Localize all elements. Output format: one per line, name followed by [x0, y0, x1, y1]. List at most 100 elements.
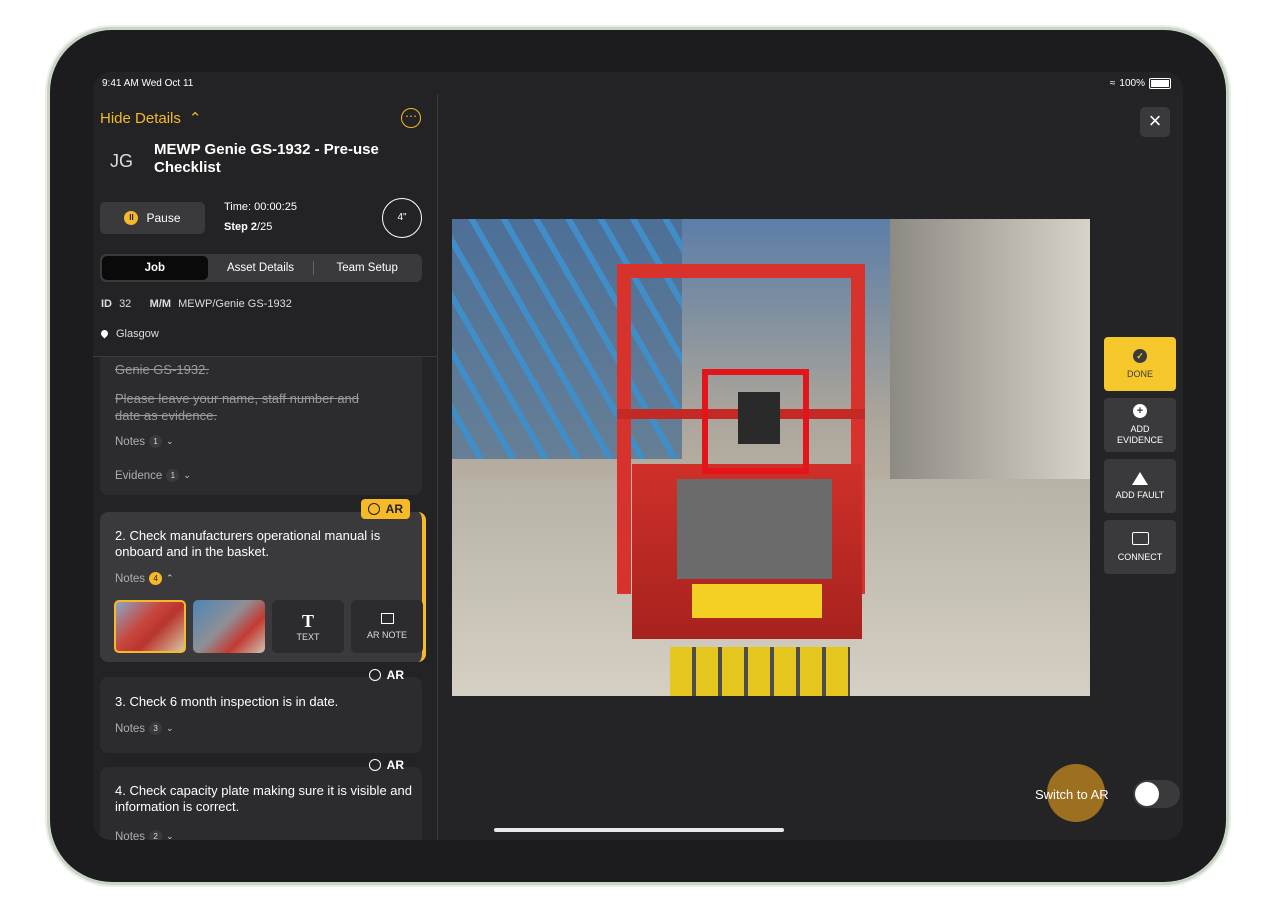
- step-card-4[interactable]: AR 4. Check capacity plate making sure i…: [100, 758, 422, 840]
- add-evidence-label-1: ADD: [1130, 424, 1150, 434]
- details-panel: Hide Details ⌃ ⋯ JG MEWP Genie GS-1932 -…: [93, 94, 438, 840]
- notes-label: Notes: [115, 722, 146, 735]
- chevron-down-icon: ⌄: [166, 831, 174, 840]
- hide-details-button[interactable]: Hide Details ⌃: [100, 109, 202, 128]
- attachments-row: T TEXT AR NOTE: [114, 600, 423, 653]
- ar-icon: [367, 503, 380, 515]
- add-fault-label: ADD FAULT: [1115, 489, 1165, 500]
- add-evidence-button[interactable]: + ADD EVIDENCE: [1104, 398, 1176, 452]
- status-right: ≈ 100%: [1110, 78, 1171, 89]
- step-1-text-line3: date as evidence.: [115, 408, 217, 423]
- add-fault-button[interactable]: ADD FAULT: [1104, 459, 1176, 513]
- step-1-notes-toggle[interactable]: Notes 1 ⌄: [115, 435, 174, 448]
- app-screen: 9:41 AM Wed Oct 11 ≈ 100% Hide Details ⌃…: [93, 72, 1183, 840]
- step-1-evidence-toggle[interactable]: Evidence 1 ⌄: [115, 469, 191, 482]
- notes-count-badge: 4: [149, 572, 163, 585]
- panel-tabs: Job Asset Details Team Setup: [100, 254, 422, 282]
- wifi-icon: ≈: [1109, 78, 1116, 89]
- chevron-up-icon: ⌃: [166, 573, 174, 583]
- ar-badge[interactable]: AR: [360, 499, 410, 519]
- mm-value: MEWP/Genie GS-1932: [178, 298, 292, 310]
- ar-target-box: [702, 369, 809, 474]
- pause-label: Pause: [146, 211, 181, 225]
- step-2-notes-toggle[interactable]: Notes 4 ⌃: [115, 572, 174, 585]
- done-label: DONE: [1126, 368, 1153, 379]
- step-card-2[interactable]: AR 2. Check manufacturers operational ma…: [100, 499, 426, 662]
- add-text-note-button[interactable]: T TEXT: [272, 600, 344, 653]
- notes-label: Notes: [115, 830, 146, 841]
- warning-icon: [1132, 471, 1148, 485]
- step-2-text: 2. Check manufacturers operational manua…: [115, 528, 381, 559]
- ar-badge[interactable]: AR: [368, 668, 404, 682]
- lift-deck-shape: [677, 479, 832, 579]
- attachment-photo-2[interactable]: [193, 600, 265, 653]
- ar-icon: [368, 669, 381, 681]
- evidence-count-badge: 1: [166, 469, 180, 482]
- step-counter: Step 2/25: [224, 221, 272, 233]
- camera-view-pane: × ✓ DONE + ADD EVIDENCE ADD FAULT CONNEC…: [438, 94, 1183, 840]
- ar-badge[interactable]: AR: [368, 758, 404, 772]
- checkmark-icon: ✓: [1133, 348, 1147, 363]
- notes-label: Notes: [115, 572, 146, 585]
- step-1-text-line1: Genie GS-1932.: [115, 362, 209, 377]
- step-card-1[interactable]: Genie GS-1932. Please leave your name, s…: [100, 357, 422, 495]
- id-label: ID: [101, 298, 112, 310]
- switch-to-ar-label: Switch to AR: [1035, 787, 1109, 802]
- evidence-label: Evidence: [115, 469, 163, 482]
- step-current: Step 2: [224, 221, 258, 233]
- avatar-initials: JG: [110, 151, 134, 171]
- hide-details-label: Hide Details: [100, 109, 181, 127]
- step-total: /25: [257, 221, 273, 233]
- step-3-text: 3. Check 6 month inspection is in date.: [115, 694, 339, 709]
- add-ar-note-button[interactable]: AR NOTE: [351, 600, 423, 653]
- connect-label: CONNECT: [1117, 551, 1163, 562]
- pause-button[interactable]: II Pause: [100, 202, 205, 234]
- home-indicator[interactable]: [494, 828, 784, 832]
- add-text-label: TEXT: [296, 632, 320, 642]
- add-evidence-label-2: EVIDENCE: [1116, 435, 1163, 445]
- step-4-text: 4. Check capacity plate making sure it i…: [115, 783, 412, 814]
- steps-list[interactable]: Genie GS-1932. Please leave your name, s…: [93, 356, 437, 840]
- step-1-text-line2: Please leave your name, staff number and: [115, 391, 360, 406]
- notes-count-badge: 2: [149, 830, 163, 840]
- add-ar-note-label: AR NOTE: [366, 630, 407, 640]
- notes-count-badge: 3: [149, 722, 163, 735]
- ar-label: AR: [386, 668, 404, 682]
- ar-label: AR: [385, 502, 403, 516]
- connect-button[interactable]: CONNECT: [1104, 520, 1176, 574]
- location-value: Glasgow: [116, 328, 159, 340]
- switch-to-ar-toggle[interactable]: [1133, 780, 1180, 808]
- hangar-wall-shape: [890, 219, 1090, 479]
- step-card-3[interactable]: AR 3. Check 6 month inspection is in dat…: [100, 668, 422, 753]
- camera-feed[interactable]: [452, 219, 1090, 696]
- step-4-notes-toggle[interactable]: Notes 2 ⌄: [115, 830, 174, 840]
- location-row: Glasgow: [99, 328, 159, 340]
- status-time: 9:41 AM Wed Oct 11: [102, 78, 194, 89]
- more-options-icon[interactable]: ⋯: [401, 108, 421, 128]
- tab-team-setup[interactable]: Team Setup: [314, 256, 420, 280]
- close-icon[interactable]: ×: [1140, 107, 1170, 137]
- attachment-photo-1[interactable]: [114, 600, 186, 653]
- step-timer: 4": [382, 198, 422, 238]
- elapsed-time: Time: 00:00:25: [224, 201, 297, 213]
- ar-note-icon: [380, 613, 394, 624]
- ar-icon: [368, 759, 381, 771]
- done-button[interactable]: ✓ DONE: [1104, 337, 1176, 391]
- tab-job[interactable]: Job: [102, 256, 208, 280]
- chevron-down-icon: ⌄: [166, 436, 174, 446]
- chevron-up-icon: ⌃: [188, 110, 202, 127]
- step-3-notes-toggle[interactable]: Notes 3 ⌄: [115, 722, 174, 735]
- toggle-knob: [1135, 782, 1159, 806]
- battery-percent: 100%: [1119, 78, 1145, 89]
- chevron-down-icon: ⌄: [183, 470, 191, 480]
- location-pin-icon: [99, 328, 110, 339]
- warning-label-shape: [692, 584, 822, 618]
- lift-scissor-shape: [670, 647, 850, 696]
- asset-meta: ID 32 M/M MEWP/Genie GS-1932: [101, 298, 292, 310]
- id-value: 32: [119, 298, 132, 310]
- tab-asset-details[interactable]: Asset Details: [208, 256, 314, 280]
- pause-icon: II: [124, 211, 139, 225]
- ar-label: AR: [386, 758, 404, 772]
- chat-icon: [1131, 531, 1149, 545]
- status-bar: 9:41 AM Wed Oct 11 ≈ 100%: [93, 72, 1183, 94]
